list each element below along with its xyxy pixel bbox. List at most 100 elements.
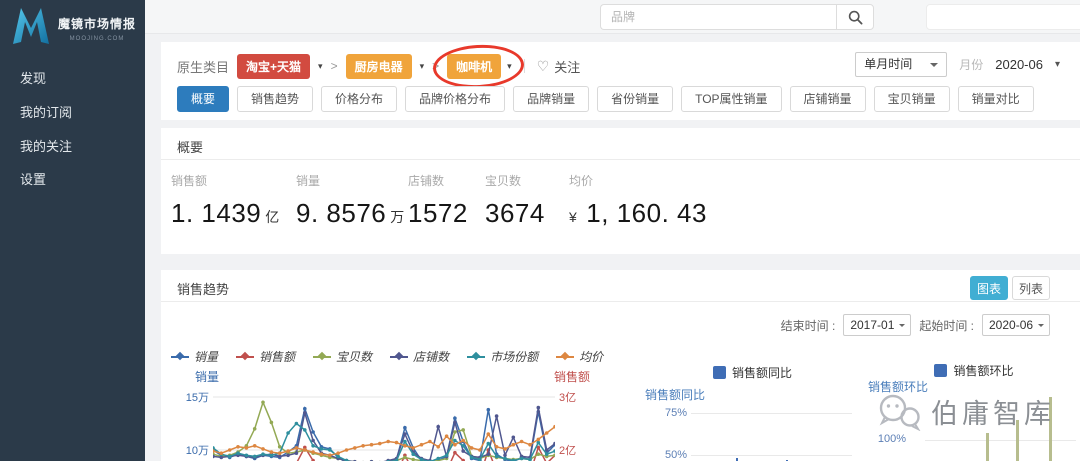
breadcrumb: 原生类目 淘宝+天猫 ▾ > 厨房电器 ▾ > 咖啡机 ▾ ♡ 关注 [177, 42, 830, 90]
view-toggle: 图表 列表 [970, 276, 1050, 300]
right-axis-title: 销售额 [554, 370, 591, 384]
trend-legend: 销量 销售额 宝贝数 店铺数 市场份额 均价 [171, 348, 603, 365]
legend-item-avg-price[interactable]: 均价 [556, 348, 603, 365]
list-view-button[interactable]: 列表 [1012, 276, 1050, 300]
yoy-tick: 50% [664, 449, 687, 461]
vertical-divider [523, 59, 525, 73]
trend-header: 销售趋势 图表 列表 [161, 270, 1080, 302]
yoy-chart[interactable]: 销售额同比 销售额同比 75% 50% [645, 348, 860, 461]
tab-top-attribute-sales[interactable]: TOP属性销量 [681, 86, 782, 112]
left-axis-title: 销量 [195, 370, 220, 384]
stat-sales-volume: 销量 9. 8576 万 [296, 174, 405, 228]
yuan-symbol: ¥ [569, 209, 578, 225]
follow-label: 关注 [554, 59, 581, 75]
topbar [145, 0, 1080, 34]
search-icon [848, 10, 863, 25]
breadcrumb-separator: > [330, 59, 338, 73]
mom-chart[interactable]: 销售额环比 销售额环比 100% 伯庸智库 [868, 348, 1080, 461]
tab-price-distribution[interactable]: 价格分布 [321, 86, 398, 112]
date-range-controls: 结束时间 : 2017-01 起始时间 : 2020-06 [781, 314, 1050, 336]
chevron-down-icon[interactable]: ▾ [318, 61, 323, 72]
yoy-bars [691, 348, 850, 461]
search-group [600, 4, 874, 30]
right-axis-tick: 2亿 [559, 445, 577, 457]
sidebar-item-discover[interactable]: 发现 [20, 68, 46, 87]
subcategory-badge-wrap: 咖啡机 ▾ [432, 42, 525, 90]
trend-panel: 销售趋势 图表 列表 结束时间 : 2017-01 起始时间 : 2020-06… [161, 270, 1080, 461]
sidebar-item-settings[interactable]: 设置 [20, 169, 46, 188]
heart-outline-icon: ♡ [536, 57, 550, 74]
subcategory-badge[interactable]: 咖啡机 [447, 53, 502, 79]
sidebar: 魔镜市场情报 MOOJING.COM 发现 我的订阅 我的关注 设置 [0, 0, 145, 461]
summary-panel: 概要 销售额 1. 1439 亿 销量 9. 8576 万 店铺数 1572 宝贝数… [161, 128, 1080, 254]
line-diamond-marker-icon [556, 352, 575, 361]
stat-item-count: 宝贝数 3674 [485, 174, 545, 228]
tab-shop-sales[interactable]: 店铺销量 [789, 86, 866, 112]
charts-area: 销量 销售额 宝贝数 店铺数 市场份额 均价 销量 销售额 15万 10万 3亿… [171, 348, 1080, 461]
logo-m-icon [13, 8, 49, 44]
line-diamond-marker-icon [236, 352, 255, 361]
right-axis-tick: 3亿 [559, 392, 577, 404]
main-content: 原生类目 淘宝+天猫 ▾ > 厨房电器 ▾ > 咖啡机 ▾ ♡ 关注 单月时间 … [145, 34, 1080, 461]
app-logo[interactable]: 魔镜市场情报 MOOJING.COM [10, 4, 136, 48]
start-time-label: 起始时间 : [919, 318, 974, 333]
tab-item-sales[interactable]: 宝贝销量 [873, 86, 950, 112]
left-axis-tick: 10万 [185, 445, 209, 457]
chart-view-button[interactable]: 图表 [970, 276, 1008, 300]
legend-item-market-share[interactable]: 市场份额 [467, 348, 538, 365]
line-diamond-marker-icon [390, 352, 409, 361]
tab-brand-sales[interactable]: 品牌销量 [513, 86, 590, 112]
summary-title: 概要 [177, 140, 204, 155]
filter-panel: 原生类目 淘宝+天猫 ▾ > 厨房电器 ▾ > 咖啡机 ▾ ♡ 关注 单月时间 … [161, 42, 1080, 120]
start-time-select[interactable]: 2020-06 [982, 314, 1050, 336]
legend-item-shop-count[interactable]: 店铺数 [390, 348, 449, 365]
line-diamond-marker-icon [467, 352, 486, 361]
tab-sales-compare[interactable]: 销量对比 [957, 86, 1034, 112]
topbar-secondary-box[interactable] [926, 4, 1080, 30]
platform-badge[interactable]: 淘宝+天猫 [237, 53, 311, 79]
chevron-down-icon[interactable]: ▾ [507, 61, 512, 72]
watermark-text: 伯庸智库 [931, 399, 1055, 429]
sidebar-item-follows[interactable]: 我的关注 [20, 136, 72, 155]
month-label: 月份 [959, 58, 984, 72]
category-badge[interactable]: 厨房电器 [345, 53, 412, 79]
tab-overview[interactable]: 概要 [177, 86, 230, 112]
tab-province-sales[interactable]: 省份销量 [597, 86, 674, 112]
legend-item-item-count[interactable]: 宝贝数 [313, 348, 372, 365]
legend-item-sales-volume[interactable]: 销量 [171, 348, 218, 365]
mom-tick: 100% [877, 433, 906, 445]
stat-average-price: 均价 ¥1, 160. 43 [569, 174, 707, 228]
legend-item-sales-amount[interactable]: 销售额 [236, 348, 295, 365]
sidebar-item-subscriptions[interactable]: 我的订阅 [20, 102, 72, 121]
report-tabs: 概要 销售趋势 价格分布 品牌价格分布 品牌销量 省份销量 TOP属性销量 店铺… [177, 86, 1034, 112]
summary-stats: 销售额 1. 1439 亿 销量 9. 8576 万 店铺数 1572 宝贝数 36… [171, 172, 717, 229]
trend-plot[interactable] [213, 386, 555, 461]
chevron-down-icon[interactable]: ▾ [1055, 59, 1060, 70]
wechat-chat-bubbles-icon [879, 394, 921, 431]
app-subtitle: MOOJING.COM [69, 36, 125, 42]
breadcrumb-separator: > [432, 59, 440, 73]
yoy-tick: 75% [664, 407, 687, 419]
stat-shop-count: 店铺数 1572 [408, 174, 468, 228]
end-time-label: 结束时间 : [780, 318, 836, 333]
end-time-select[interactable]: 2017-01 [843, 314, 912, 336]
trend-title: 销售趋势 [177, 282, 230, 297]
left-axis-tick: 15万 [185, 392, 209, 404]
chevron-down-icon[interactable]: ▾ [420, 61, 425, 72]
search-button[interactable] [836, 4, 874, 30]
month-value[interactable]: 2020-06 [995, 57, 1043, 72]
time-mode-select[interactable]: 单月时间 [855, 52, 948, 77]
time-controls: 单月时间 月份 2020-06 ▾ [855, 52, 1060, 77]
tab-brand-price-distribution[interactable]: 品牌价格分布 [405, 86, 506, 112]
line-diamond-marker-icon [313, 352, 332, 361]
search-input[interactable] [600, 4, 836, 30]
trend-chart[interactable]: 销量 销售额 宝贝数 店铺数 市场份额 均价 销量 销售额 15万 10万 3亿… [171, 348, 611, 461]
app-title: 魔镜市场情报 [58, 17, 137, 31]
tab-sales-trend[interactable]: 销售趋势 [237, 86, 314, 112]
watermark: 伯庸智库 [876, 392, 1055, 431]
line-diamond-marker-icon [171, 352, 189, 361]
category-type-label: 原生类目 [177, 59, 230, 75]
stat-sales-amount: 销售额 1. 1439 亿 [171, 174, 280, 228]
summary-header: 概要 [161, 128, 1080, 160]
follow-button[interactable]: ♡ 关注 [537, 57, 581, 76]
